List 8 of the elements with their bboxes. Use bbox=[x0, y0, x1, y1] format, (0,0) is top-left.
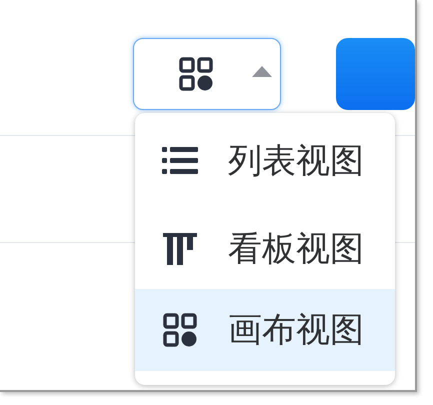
caret-icon bbox=[252, 65, 272, 77]
view-switch-button[interactable] bbox=[133, 38, 281, 110]
grid-icon bbox=[162, 312, 198, 348]
board-icon bbox=[162, 231, 198, 267]
menu-item[interactable]: 画布视图 bbox=[135, 289, 395, 371]
grid-icon bbox=[178, 56, 214, 92]
create-button[interactable] bbox=[336, 38, 415, 110]
menu-item[interactable]: 列表视图 bbox=[135, 117, 395, 205]
